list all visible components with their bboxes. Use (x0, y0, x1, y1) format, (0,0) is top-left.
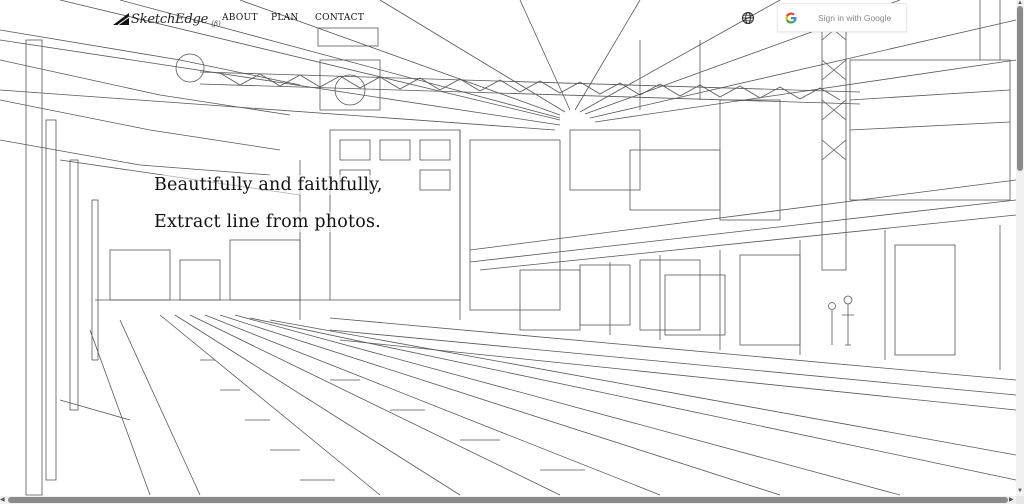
nav-plan-link[interactable]: PLAN (271, 13, 299, 23)
scrollbar-corner (1016, 496, 1024, 504)
signin-label: Sign in with Google (818, 12, 892, 23)
google-signin-button[interactable]: Sign in with Google (777, 3, 907, 32)
scroll-right-arrow-icon[interactable]: ▶ (1009, 496, 1014, 504)
brand-beta-tag: (β) (211, 20, 221, 28)
scroll-left-arrow-icon[interactable]: ◀ (0, 496, 5, 504)
hero-headline-line-2: Extract line from photos. (152, 212, 383, 232)
background-line-art (0, 0, 1017, 496)
scroll-down-arrow-icon[interactable]: ▼ (1017, 487, 1023, 495)
logo-mark-icon (113, 13, 129, 25)
horizontal-scrollbar-thumb[interactable] (8, 497, 1008, 503)
vertical-scrollbar-thumb[interactable] (1017, 6, 1023, 171)
vertical-scrollbar[interactable]: ▲ ▼ (1016, 0, 1024, 504)
brand-name: SketchEdge (131, 11, 209, 27)
google-g-icon (785, 12, 797, 23)
nav-about-link[interactable]: ABOUT (222, 13, 258, 23)
nav-contact-link[interactable]: CONTACT (315, 13, 364, 23)
horizontal-scrollbar[interactable]: ◀ ▶ (0, 496, 1016, 504)
hero-headline-line-1: Beautifully and faithfully, (152, 175, 385, 195)
top-navigation: SketchEdge (β) ABOUT PLAN CONTACT Sign i… (0, 0, 1016, 36)
globe-icon[interactable] (741, 11, 755, 25)
brand-logo[interactable]: SketchEdge (β) (113, 10, 221, 28)
